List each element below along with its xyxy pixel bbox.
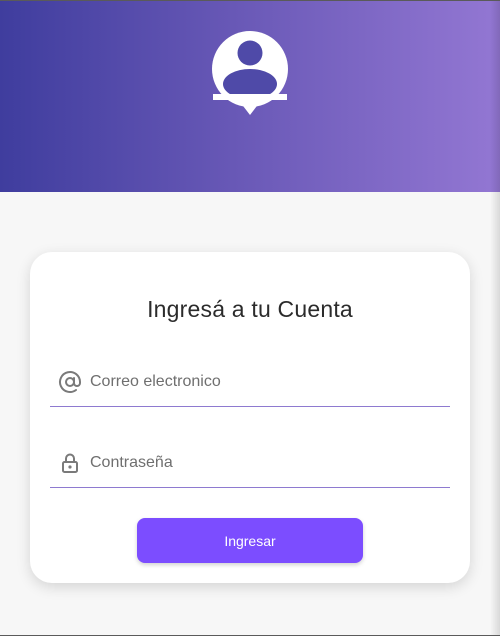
email-input[interactable] — [90, 367, 440, 397]
lock-icon — [62, 453, 78, 473]
login-screen: Ingresá a tu Cuenta Ingresar — [0, 0, 500, 636]
login-button[interactable]: Ingresar — [137, 518, 363, 563]
password-field-container — [50, 448, 450, 488]
password-input[interactable] — [90, 448, 440, 478]
email-field-container — [50, 367, 450, 407]
user-location-icon — [212, 31, 288, 115]
login-title: Ingresá a tu Cuenta — [147, 296, 353, 322]
login-card: Ingresá a tu Cuenta Ingresar — [30, 252, 470, 583]
header-banner — [0, 1, 500, 192]
at-sign-icon — [59, 371, 81, 393]
edge-shadow — [490, 1, 500, 635]
